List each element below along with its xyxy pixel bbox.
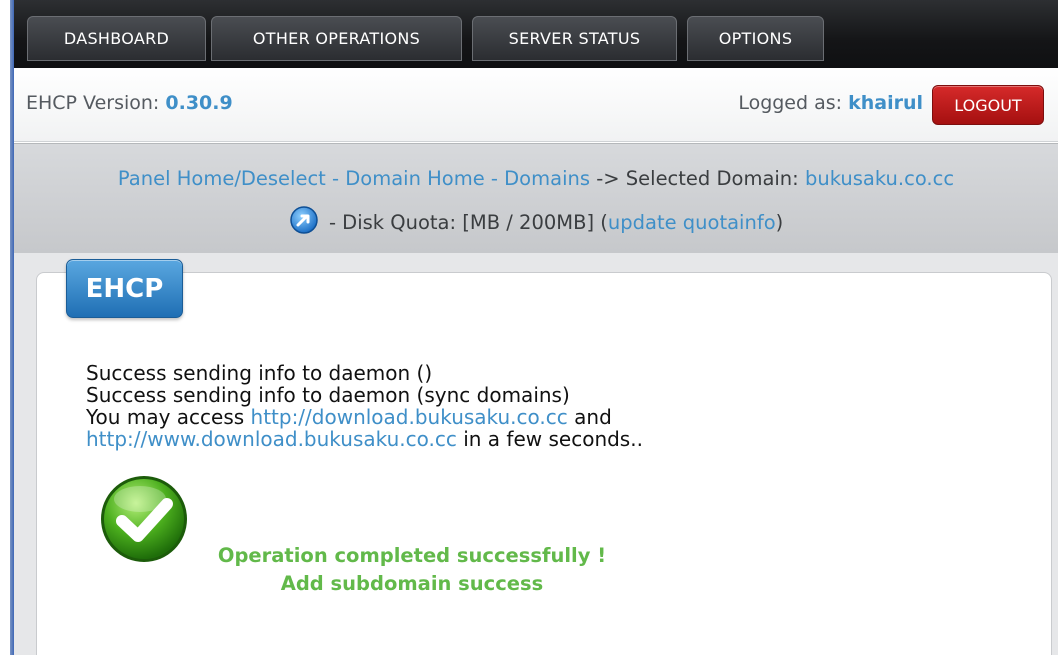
version-label-group: EHCP Version: 0.30.9 bbox=[26, 92, 233, 114]
logged-as-label: Logged as: bbox=[738, 92, 843, 114]
success-detail: Add subdomain success bbox=[280, 572, 544, 595]
status-line-1: Success sending info to daemon () bbox=[86, 361, 433, 385]
update-quota-link[interactable]: update quotainfo bbox=[608, 211, 776, 234]
info-arrow-icon[interactable] bbox=[289, 205, 319, 235]
breadcrumb: Panel Home/Deselect - Domain Home - Doma… bbox=[14, 143, 1058, 253]
app: DASHBOARD OTHER OPERATIONS SERVER STATUS… bbox=[14, 0, 1058, 655]
success-message: Operation completed successfully ! Add s… bbox=[192, 542, 632, 598]
nav-options[interactable]: OPTIONS bbox=[687, 16, 824, 61]
line4-suffix: in a few seconds.. bbox=[456, 427, 643, 451]
line3-prefix: You may access bbox=[86, 405, 251, 429]
ehcp-tab: EHCP bbox=[66, 259, 183, 318]
version-bar: EHCP Version: 0.30.9 Logged as: khairul … bbox=[14, 68, 1058, 142]
window-left-edge bbox=[0, 0, 14, 655]
success-title: Operation completed successfully ! bbox=[217, 544, 607, 567]
www-download-link[interactable]: http://www.download.bukusaku.co.cc bbox=[86, 427, 457, 451]
breadcrumb-sep: - bbox=[325, 167, 346, 190]
status-messages: Success sending info to daemon () Succes… bbox=[86, 362, 643, 450]
domain-home-link[interactable]: Domain Home bbox=[345, 167, 484, 190]
version-value: 0.30.9 bbox=[165, 92, 233, 114]
logged-user[interactable]: khairul bbox=[848, 92, 923, 114]
domains-link[interactable]: Domains bbox=[504, 167, 590, 190]
nav-dashboard[interactable]: DASHBOARD bbox=[27, 16, 206, 61]
status-line-2: Success sending info to daemon (sync dom… bbox=[86, 383, 570, 407]
line3-suffix: and bbox=[567, 405, 612, 429]
nav-other-operations[interactable]: OTHER OPERATIONS bbox=[211, 16, 462, 61]
selected-domain-link[interactable]: bukusaku.co.cc bbox=[805, 167, 954, 190]
status-line-4: http://www.download.bukusaku.co.cc in a … bbox=[86, 428, 643, 450]
top-nav: DASHBOARD OTHER OPERATIONS SERVER STATUS… bbox=[14, 0, 1058, 68]
breadcrumb-line-2: - Disk Quota: [MB / 200MB] (update quota… bbox=[14, 205, 1058, 235]
close-paren: ) bbox=[775, 211, 784, 234]
logout-button[interactable]: LOGOUT bbox=[932, 85, 1044, 125]
selected-domain-label: -> Selected Domain: bbox=[590, 167, 805, 190]
disk-quota-text: - Disk Quota: [MB / 200MB] ( bbox=[322, 211, 608, 234]
panel-home-link[interactable]: Panel Home/Deselect bbox=[118, 167, 326, 190]
check-circle-icon bbox=[101, 476, 187, 562]
version-label: EHCP Version: bbox=[26, 92, 160, 114]
breadcrumb-line-1: Panel Home/Deselect - Domain Home - Doma… bbox=[14, 167, 1058, 190]
status-line-3: You may access http://download.bukusaku.… bbox=[86, 406, 643, 428]
download-link[interactable]: http://download.bukusaku.co.cc bbox=[251, 405, 568, 429]
nav-server-status[interactable]: SERVER STATUS bbox=[472, 16, 677, 61]
breadcrumb-sep: - bbox=[484, 167, 505, 190]
logged-as-group: Logged as: khairul bbox=[738, 92, 923, 114]
